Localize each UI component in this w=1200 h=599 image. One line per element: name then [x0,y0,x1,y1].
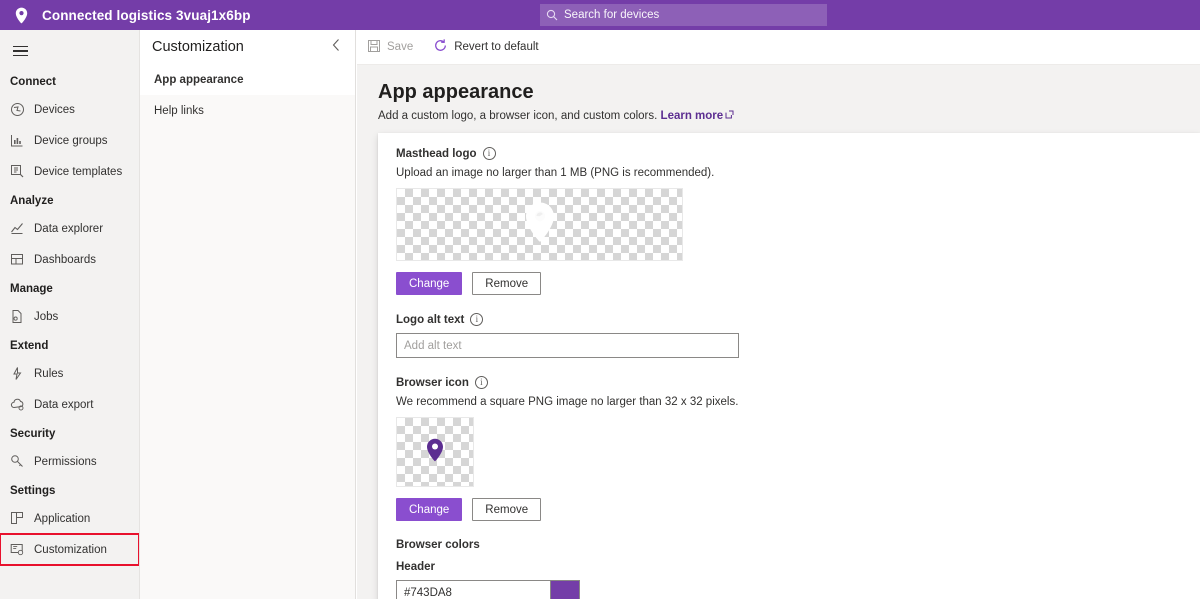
header-color-label: Header [396,561,435,573]
map-pin-icon-purple [426,438,444,467]
app-header-bar: Connected logistics 3vuaj1x6bp [0,0,1200,30]
browser-icon-label: Browser icon [396,376,469,389]
sidebar-item-label: Devices [34,103,75,116]
sidebar-item-devices[interactable]: Devices [0,94,139,125]
sidebar-item-permissions[interactable]: Permissions [0,446,139,477]
app-title: Connected logistics 3vuaj1x6bp [42,7,251,23]
header-color-input[interactable] [396,580,551,599]
masthead-logo-help: Upload an image no larger than 1 MB (PNG… [396,167,715,179]
info-icon[interactable]: i [474,376,488,389]
masthead-logo-label-row: Masthead logo i [396,147,1182,160]
rules-icon [10,366,32,382]
save-button-label: Save [387,41,414,53]
subpanel-item-label: App appearance [154,73,244,86]
nav-group-extend: Extend [10,340,49,352]
command-bar: Save Revert to default [357,30,1200,65]
sidebar-item-data-export[interactable]: Data export [0,389,139,420]
nav-group-settings: Settings [10,485,56,497]
save-disk-icon [367,39,381,56]
sidebar-item-label: Jobs [34,310,59,323]
nav-group-security: Security [10,428,56,440]
chevron-left-icon[interactable] [329,36,343,58]
sidebar-item-jobs[interactable]: Jobs [0,301,139,332]
revert-button-label: Revert to default [454,41,539,53]
application-icon [10,511,32,527]
sidebar-item-device-templates[interactable]: Device templates [0,156,139,187]
masthead-logo-label: Masthead logo [396,147,477,160]
customization-icon [10,542,32,558]
dashboards-icon [10,252,32,268]
subpanel-item-help-links[interactable]: Help links [140,95,355,126]
sidebar-item-label: Data explorer [34,222,104,235]
browser-icon-preview [396,417,474,487]
nav-group-analyze: Analyze [10,195,54,207]
logo-alt-text-input[interactable] [396,333,739,358]
devices-icon [10,102,32,118]
sidebar-item-customization[interactable]: Customization [0,533,139,566]
learn-more-link[interactable]: Learn more [661,110,724,122]
subpanel-title: Customization [152,39,244,55]
external-link-icon [723,110,734,122]
sidebar-item-label: Customization [34,543,107,556]
search-box[interactable] [540,4,827,26]
jobs-icon [10,309,32,325]
info-icon[interactable]: i [470,313,484,326]
subpanel-header: Customization [140,30,355,64]
browser-icon-buttons: Change Remove [396,498,1182,521]
sidebar-item-rules[interactable]: Rules [0,358,139,389]
left-navigation: Connect Devices Device groups Device tem… [0,30,140,599]
sidebar-item-label: Rules [34,367,64,380]
device-groups-icon [10,133,32,149]
sidebar-item-application[interactable]: Application [0,503,139,534]
revert-to-default-button[interactable]: Revert to default [423,30,548,65]
nav-group-manage: Manage [10,283,53,295]
page-subtitle-text: Add a custom logo, a browser icon, and c… [378,110,658,122]
masthead-remove-button[interactable]: Remove [472,272,542,295]
search-input[interactable] [564,9,827,21]
page-subtitle: Add a custom logo, a browser icon, and c… [378,110,1200,122]
logo-alt-text-label-row: Logo alt text i [396,313,1182,326]
device-templates-icon [10,164,32,180]
sidebar-item-label: Dashboards [34,253,97,266]
sidebar-item-data-explorer[interactable]: Data explorer [0,213,139,244]
customization-subpanel: Customization App appearance Help links [140,30,356,599]
masthead-change-button[interactable]: Change [396,272,463,295]
browser-colors-section-label: Browser colors [396,539,480,551]
sidebar-item-device-groups[interactable]: Device groups [0,125,139,156]
subpanel-item-label: Help links [154,104,204,117]
info-icon[interactable]: i [482,147,496,160]
nav-group-connect: Connect [10,76,56,88]
data-explorer-icon [10,221,32,237]
refresh-circle-icon [433,38,448,56]
sidebar-item-label: Device templates [34,165,123,178]
masthead-logo-preview [396,188,683,261]
search-icon [540,9,564,21]
map-pin-icon [8,7,34,24]
map-pin-icon-white [524,201,556,248]
browser-icon-help: We recommend a square PNG image no large… [396,396,739,408]
sidebar-item-dashboards[interactable]: Dashboards [0,244,139,275]
app-appearance-card: Masthead logo i Upload an image no large… [378,133,1200,599]
subpanel-item-app-appearance[interactable]: App appearance [140,64,355,95]
hamburger-menu-icon[interactable] [0,34,40,68]
save-button[interactable]: Save [357,30,423,65]
sidebar-item-label: Permissions [34,455,97,468]
page-header: App appearance Add a custom logo, a brow… [357,65,1200,122]
browser-icon-change-button[interactable]: Change [396,498,463,521]
browser-icon-label-row: Browser icon i [396,376,1182,389]
header-color-row [396,580,1182,599]
sidebar-item-label: Device groups [34,134,108,147]
sidebar-item-label: Data export [34,398,94,411]
permissions-key-icon [10,454,32,470]
page-title: App appearance [378,81,534,103]
browser-icon-remove-button[interactable]: Remove [472,498,542,521]
logo-alt-text-label: Logo alt text [396,313,465,326]
main-content: App appearance Add a custom logo, a brow… [357,65,1200,599]
data-export-icon [10,397,32,413]
masthead-logo-buttons: Change Remove [396,272,1182,295]
sidebar-item-label: Application [34,512,91,525]
header-color-swatch[interactable] [551,580,580,599]
